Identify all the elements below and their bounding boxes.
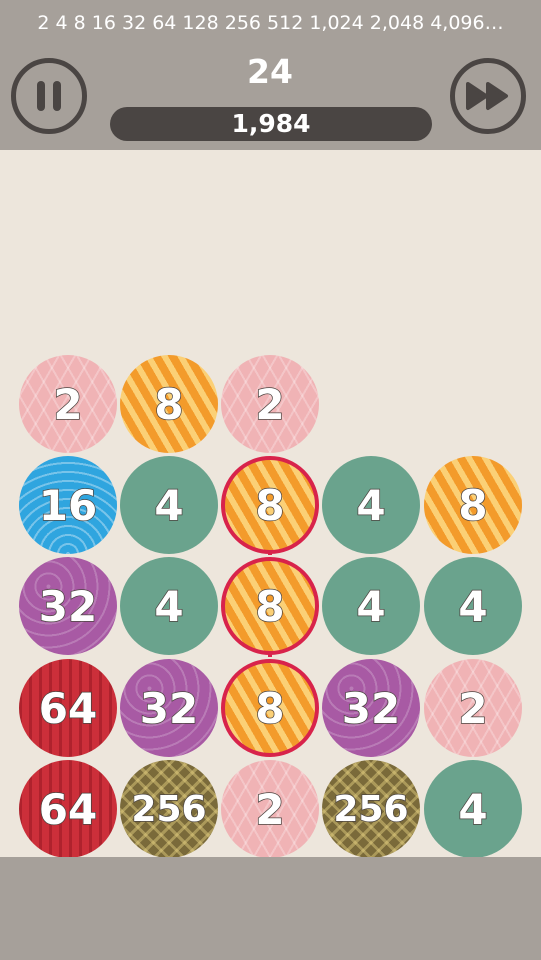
tile-2[interactable]: 2 bbox=[221, 355, 319, 453]
tile-4[interactable]: 4 bbox=[424, 557, 522, 655]
tile-2[interactable]: 2 bbox=[424, 659, 522, 757]
tile-8[interactable]: 8 bbox=[424, 456, 522, 554]
tile-8-selected[interactable]: 8 bbox=[221, 557, 319, 655]
bottom-bar bbox=[0, 857, 541, 960]
tile-4[interactable]: 4 bbox=[120, 456, 218, 554]
tile-8-selected[interactable]: 8 bbox=[221, 456, 319, 554]
tile-8-selected[interactable]: 8 bbox=[221, 659, 319, 757]
tile-256[interactable]: 256 bbox=[120, 760, 218, 858]
tile-64[interactable]: 64 bbox=[19, 659, 117, 757]
tile-4[interactable]: 4 bbox=[424, 760, 522, 858]
tile-64[interactable]: 64 bbox=[19, 760, 117, 858]
tile-2[interactable]: 2 bbox=[221, 760, 319, 858]
tile-32[interactable]: 32 bbox=[322, 659, 420, 757]
tile-32[interactable]: 32 bbox=[19, 557, 117, 655]
tile-4[interactable]: 4 bbox=[120, 557, 218, 655]
tile-4[interactable]: 4 bbox=[322, 557, 420, 655]
tile-4[interactable]: 4 bbox=[322, 456, 420, 554]
game-board: 2 8 2 16 4 8 4 8 32 4 8 4 4 64 32 8 32 2… bbox=[0, 0, 541, 960]
tile-32[interactable]: 32 bbox=[120, 659, 218, 757]
tile-16[interactable]: 16 bbox=[19, 456, 117, 554]
tile-256[interactable]: 256 bbox=[322, 760, 420, 858]
tile-2[interactable]: 2 bbox=[19, 355, 117, 453]
tile-8[interactable]: 8 bbox=[120, 355, 218, 453]
